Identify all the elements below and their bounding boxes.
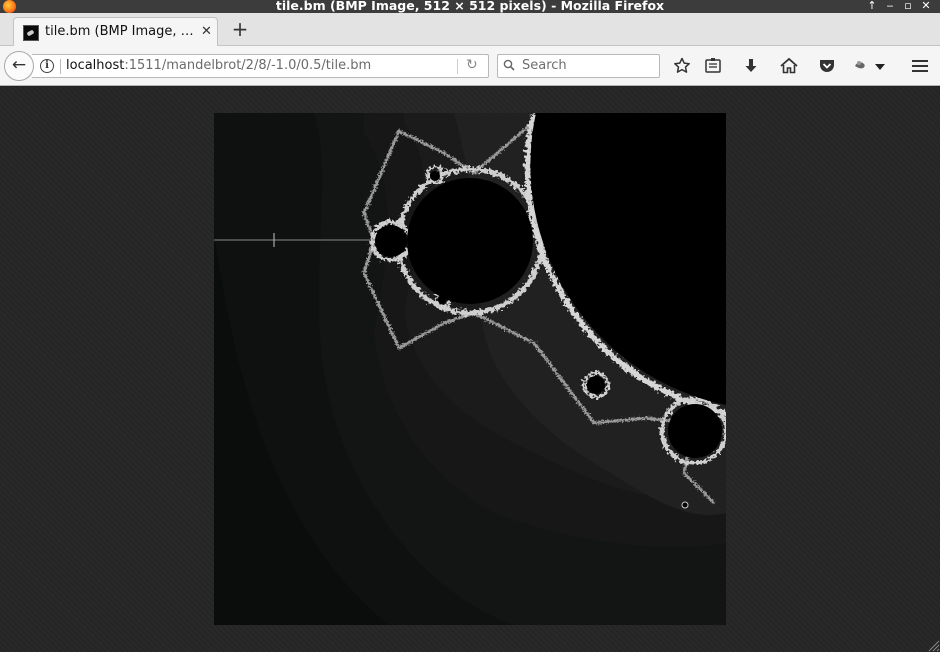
window-always-on-top-button[interactable]: ↑ [864,0,880,13]
bookmark-star-button[interactable] [670,54,694,78]
pocket-icon [820,60,834,72]
mandelbrot-image[interactable] [214,113,726,625]
back-button[interactable]: ← [4,51,34,81]
tab-strip: tile.bm (BMP Image, … ✕ + [0,13,940,46]
home-button[interactable] [777,54,801,78]
main-bulb [407,178,533,304]
extension-button[interactable] [851,54,891,78]
navigation-toolbar: i localhost:1511/mandelbrot/2/8/-1.0/0.5… [0,46,940,86]
pocket-button[interactable] [815,54,839,78]
menu-icon [912,60,928,72]
url-separator [60,59,61,74]
search-input[interactable] [522,58,652,73]
reading-list-icon [705,58,721,73]
small-bulb [375,225,407,257]
resize-grip-icon[interactable] [926,638,940,652]
downloads-button[interactable] [739,54,763,78]
new-tab-button[interactable]: + [228,17,252,43]
image-favicon-icon [23,25,39,41]
tab-label: tile.bm (BMP Image, … [45,24,194,39]
window-titlebar: tile.bm (BMP Image, 512 × 512 pixels) - … [0,0,940,13]
extension-icon [855,61,885,70]
tab-tile-bm[interactable]: tile.bm (BMP Image, … ✕ [13,17,218,46]
tab-close-button[interactable]: ✕ [201,24,212,39]
home-icon [780,57,798,74]
site-info-icon[interactable]: i [40,59,54,73]
window-maximize-button[interactable]: ▫ [900,0,916,13]
search-bar[interactable] [497,54,660,78]
open-menu-button[interactable] [908,54,932,78]
download-icon [745,59,757,72]
url-bar[interactable]: i localhost:1511/mandelbrot/2/8/-1.0/0.5… [32,54,489,78]
url-path: :1511/mandelbrot/2/8/-1.0/0.5/tile.bm [124,58,372,73]
tiny-bulb-lower [681,501,689,509]
lower-bulb [668,404,722,458]
tiny-bulb-top [430,171,440,181]
mini-bulb [587,376,605,394]
reload-icon[interactable]: ↻ [466,57,478,73]
url-host: localhost [66,58,125,73]
reload-separator [457,59,458,74]
search-icon [503,59,515,71]
mandelbrot-fractal-render [214,113,726,625]
reading-list-button[interactable] [701,54,725,78]
window-title: tile.bm (BMP Image, 512 × 512 pixels) - … [275,0,665,13]
window-minimize-button[interactable]: ‒ [882,0,898,13]
star-icon [674,57,690,73]
url-text[interactable]: localhost:1511/mandelbrot/2/8/-1.0/0.5/t… [66,58,371,73]
image-viewer-content [0,87,940,652]
tiny-bulb-bottom [438,296,446,304]
window-close-button[interactable]: ✕ [918,0,934,13]
